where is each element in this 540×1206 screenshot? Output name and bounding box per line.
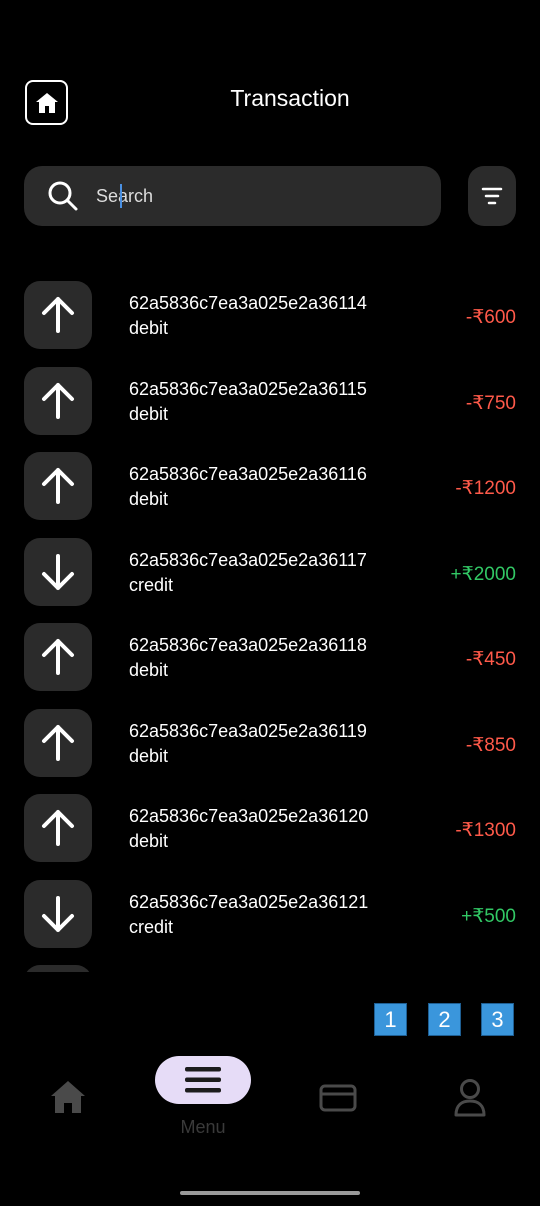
- transaction-id: 62a5836c7ea3a025e2a36121: [129, 891, 369, 912]
- transaction-amount: +₹2000: [450, 563, 516, 585]
- header: Transaction: [0, 80, 540, 126]
- profile-icon: [454, 1079, 486, 1117]
- search-icon: [46, 179, 80, 213]
- transaction-row[interactable]: 62a5836c7ea3a025e2a36116 debit -₹1200: [0, 451, 540, 537]
- page-title: Transaction: [230, 85, 350, 111]
- transaction-type: debit: [129, 318, 169, 338]
- arrow-up-icon: [42, 468, 74, 504]
- transaction-type: credit: [129, 574, 174, 595]
- search-input[interactable]: [96, 185, 396, 207]
- transaction-row[interactable]: 62a5836c7ea3a025e2a36114 debit -₹600: [0, 280, 540, 366]
- transaction-row[interactable]: 62a5836c7ea3a025e2a36118 debit -₹450: [0, 622, 540, 708]
- transaction-id: 62a5836c7ea3a025e2a36114: [129, 293, 367, 313]
- menu-icon: [185, 1067, 221, 1093]
- transaction-type: debit: [129, 831, 169, 851]
- transaction-list[interactable]: 62a5836c7ea3a025e2a36114 debit -₹600 62a…: [0, 280, 540, 972]
- arrow-up-icon: [42, 382, 74, 419]
- arrow-up-icon: [42, 810, 74, 846]
- credit-arrow-box: [24, 537, 92, 606]
- transaction-amount: -₹750: [465, 392, 516, 414]
- nav-menu-label: Menu: [180, 1117, 226, 1137]
- arrow-down-icon: [42, 553, 74, 590]
- card-icon: [319, 1084, 357, 1112]
- transaction-type: debit: [129, 403, 169, 424]
- transaction-row[interactable]: 62a5836c7ea3a025e2a36117 credit +₹2000: [0, 537, 540, 623]
- debit-arrow-box: [24, 452, 92, 520]
- transaction-id: 62a5836c7ea3a025e2a36119: [129, 720, 367, 741]
- nav-profile[interactable]: [452, 1078, 488, 1118]
- transaction-row-partial[interactable]: [0, 964, 540, 972]
- debit-arrow-box: [24, 623, 92, 691]
- home-icon: [51, 1081, 85, 1113]
- page-button-2[interactable]: 2: [428, 1003, 461, 1036]
- transaction-row[interactable]: 62a5836c7ea3a025e2a36115 debit -₹750: [0, 366, 540, 452]
- transaction-amount: -₹850: [465, 734, 516, 756]
- transaction-amount: -₹450: [465, 649, 516, 670]
- transaction-type: debit: [129, 660, 169, 680]
- arrow-up-icon: [42, 297, 74, 333]
- debit-arrow-box: [24, 794, 92, 862]
- home-indicator: [180, 1191, 360, 1195]
- arrow-up-icon: [42, 639, 74, 675]
- nav-home[interactable]: [48, 1079, 88, 1115]
- filter-icon: [481, 187, 503, 205]
- debit-arrow-box: [24, 708, 92, 777]
- transaction-amount: +₹500: [461, 905, 516, 927]
- arrow-up-icon: [42, 724, 74, 761]
- transaction-type: debit: [129, 745, 169, 766]
- pagination: 1 2 3: [0, 1003, 540, 1037]
- transaction-id: 62a5836c7ea3a025e2a36116: [129, 464, 367, 484]
- text-caret: [120, 184, 122, 208]
- transaction-type: debit: [129, 489, 169, 509]
- debit-arrow-box: [24, 281, 92, 349]
- transaction-amount: -₹1200: [455, 478, 516, 499]
- transaction-row[interactable]: 62a5836c7ea3a025e2a36120 debit -₹1300: [0, 793, 540, 879]
- nav-card[interactable]: [318, 1083, 358, 1113]
- transaction-amount: -₹1300: [455, 820, 516, 841]
- transaction-row[interactable]: 62a5836c7ea3a025e2a36121 credit +₹500: [0, 879, 540, 965]
- bottom-nav: Menu: [0, 1055, 540, 1145]
- transaction-id: 62a5836c7ea3a025e2a36120: [129, 806, 369, 826]
- transaction-id: 62a5836c7ea3a025e2a36117: [129, 549, 367, 570]
- transaction-type: credit: [129, 916, 174, 937]
- transaction-amount: -₹600: [465, 307, 516, 328]
- transaction-id: 62a5836c7ea3a025e2a36118: [129, 635, 367, 655]
- arrow-box: [24, 965, 92, 972]
- transaction-row[interactable]: 62a5836c7ea3a025e2a36119 debit -₹850: [0, 708, 540, 794]
- search-bar[interactable]: [24, 166, 441, 226]
- debit-arrow-box: [24, 366, 92, 435]
- nav-menu[interactable]: [155, 1056, 251, 1104]
- filter-button[interactable]: [468, 166, 516, 226]
- transaction-id: 62a5836c7ea3a025e2a36115: [129, 378, 367, 399]
- arrow-down-icon: [42, 895, 74, 932]
- page-button-1[interactable]: 1: [374, 1003, 407, 1036]
- page-button-3[interactable]: 3: [481, 1003, 514, 1036]
- credit-arrow-box: [24, 879, 92, 948]
